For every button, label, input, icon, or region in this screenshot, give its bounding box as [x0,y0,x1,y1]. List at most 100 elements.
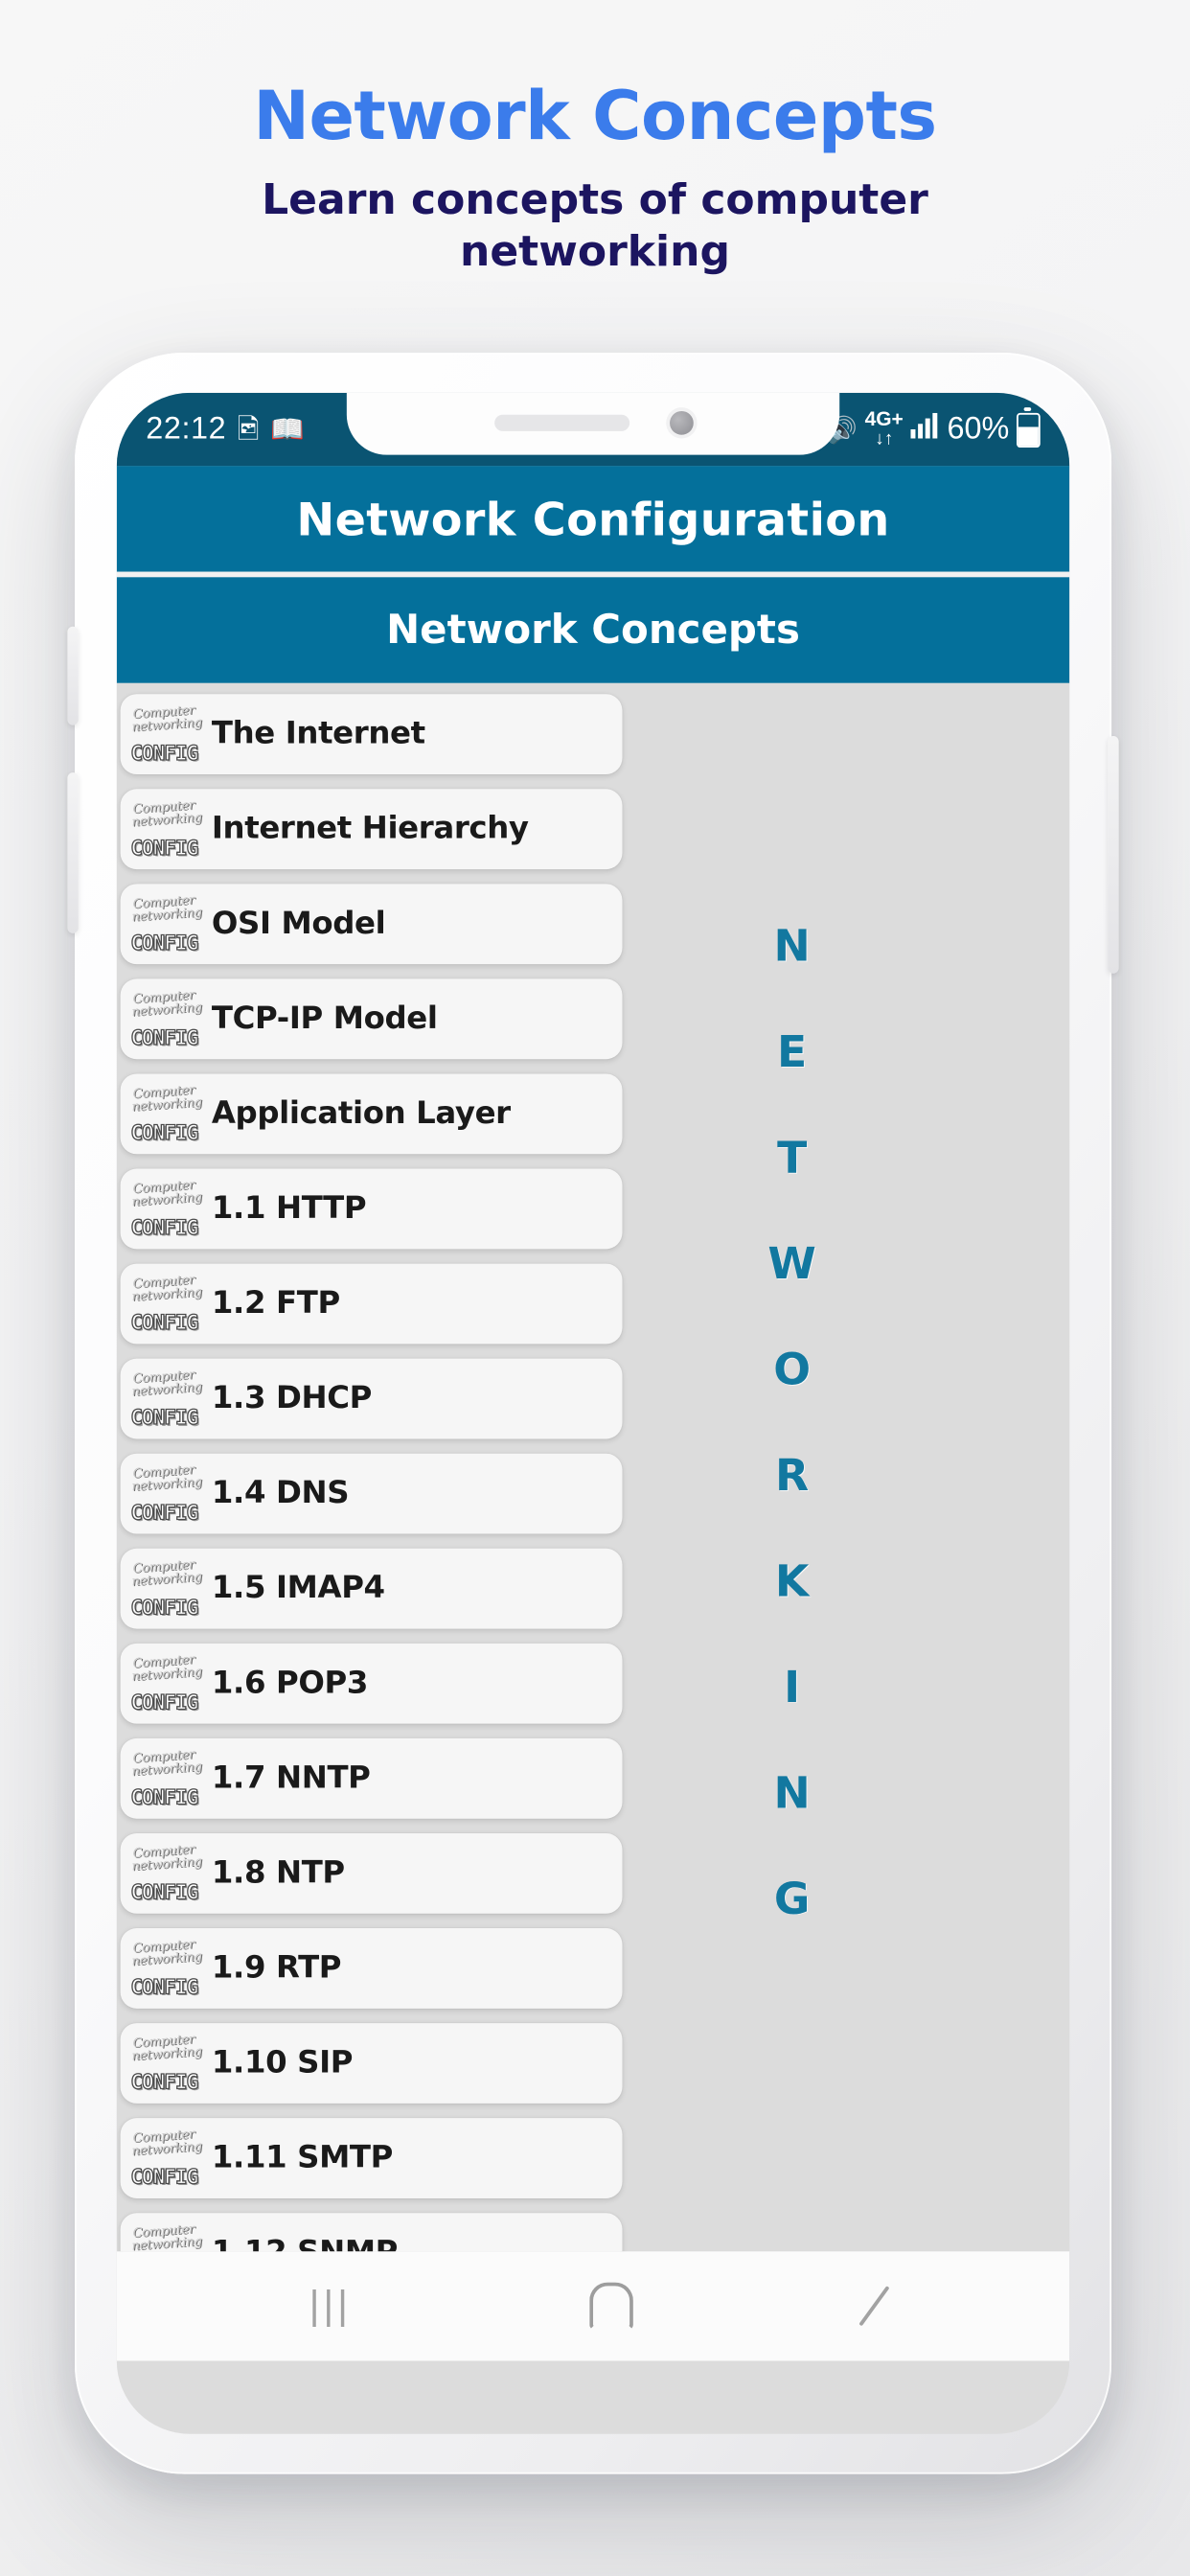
home-icon[interactable] [590,2282,634,2331]
list-item[interactable]: Computer networking CONFIG 1.2 FTP [120,1263,623,1345]
volume-up-button[interactable] [67,626,79,725]
config-logo-script-text: Computer networking [131,892,203,925]
battery-percent-label: 60% [947,410,1010,447]
config-logo-script-text: Computer networking [131,797,203,830]
recents-icon[interactable]: ||| [309,2283,352,2331]
config-logo-block-text: CONFIG [130,1690,199,1715]
config-logo-icon: Computer networkingCONFIG [127,1272,203,1335]
app-bar: Network Configuration [116,466,1070,572]
back-icon[interactable] [858,2286,891,2327]
concept-list: Computer networking CONFIG The Internet Com… [117,683,623,2252]
list-item[interactable]: Computer networking CONFIG OSI Model [120,884,623,965]
list-item-label: Application Layer [211,1095,511,1133]
list-item[interactable]: Computer networking CONFIG 1.11 SMTP [120,2118,623,2198]
list-item-label: 1.1 HTTP [211,1190,367,1228]
vertical-letter: N [773,920,811,972]
config-logo-icon: Computer networking CONFIG [127,987,203,1050]
app-bar-title: Network Configuration [296,492,890,545]
config-logo-icon: Computer networkingCONFIG [127,1842,203,1905]
content-area: Computer networking CONFIG The Internet Com… [116,682,1070,2252]
config-logo-icon: Computer networkingCONFIG [127,1937,203,2000]
config-logo-block-text: CONFIG [130,1121,199,1145]
list-item-label: The Internet [211,716,425,753]
list-item[interactable]: Computer networking CONFIG 1.6 POP3 [120,1643,623,1724]
vertical-letter: O [773,1344,812,1395]
list-item[interactable]: Computer networking CONFIG 1.10 SIP [120,2023,623,2104]
config-logo-script-text: Computer networking [131,2221,203,2252]
list-item[interactable]: Computer networking CONFIG 1.9 RTP [120,1928,623,2009]
list-item-label: 1.8 NTP [211,1854,345,1892]
config-logo-block-text: CONFIG [130,836,199,861]
status-bar-left: 22:12 🖻 📖 [146,411,304,448]
list-item-label: 1.12 SNMP [212,2235,399,2251]
network-type-label: 4G+ [864,408,904,430]
front-camera [669,410,693,434]
list-item[interactable]: Computer networking CONFIG 1.5 IMAP4 [120,1548,623,1629]
section-header: Network Concepts [116,577,1070,683]
vertical-networking-label: NETWORKING [738,924,847,1983]
vertical-letter: K [774,1555,810,1607]
list-item-label: TCP-IP Model [211,1000,438,1038]
list-item-label: 1.6 POP3 [211,1665,369,1702]
data-arrows-icon: ↓↑ [875,428,894,449]
list-item[interactable]: Computer networking CONFIG Application Lay… [120,1073,623,1155]
phone-mockup: 22:12 🖻 📖 🔊 4G+ ↓↑ 60% Network Configura… [67,353,1119,2474]
vertical-letter: W [767,1237,816,1290]
status-bar-right: 🔊 4G+ ↓↑ 60% [826,406,1041,449]
config-logo-icon: Computer networking CONFIG [127,797,203,861]
config-logo-block-text: CONFIG [130,931,199,955]
list-item-label: 1.3 DHCP [211,1380,372,1417]
config-logo-script-text: Computer networking [131,1652,203,1685]
config-logo-icon: Computer networkingCONFIG [127,1557,203,1621]
list-item[interactable]: Computer networking CONFIG TCP-IP Model [120,978,623,1060]
android-nav-bar: ||| [116,2251,1070,2361]
config-logo-icon: Computer networking CONFIG [127,1652,203,1715]
list-item[interactable]: Computer networking CONFIG 1.8 NTP [120,1832,623,1914]
list-item[interactable]: Computer networking CONFIG 1.1 HTTP [120,1168,623,1250]
battery-icon [1016,406,1041,448]
config-logo-script-text: Computer networking [131,987,203,1020]
volume-down-button[interactable] [67,772,79,933]
section-header-title: Network Concepts [386,607,800,654]
signal-bars-icon [910,411,939,447]
list-item[interactable]: Computer networkingCONFIG 1.12 SNMP [120,2213,623,2252]
config-logo-icon: Computer networking CONFIG [127,2127,203,2190]
image-icon: 🖻 [237,413,260,446]
config-logo-icon: Computer networkingCONFIG [127,1747,203,1810]
list-item[interactable]: Computer networking CONFIG The Internet [120,694,623,775]
list-item[interactable]: Computer networking CONFIG 1.3 DHCP [120,1358,623,1439]
list-item-label: 1.4 DNS [211,1475,350,1512]
book-icon: 📖 [270,413,305,446]
config-logo-script-text: Computer networking [131,1177,203,1209]
config-logo-icon: Computer networkingCONFIG [127,1462,203,1525]
config-logo-block-text: CONFIG [130,2165,199,2190]
list-item[interactable]: Computer networking CONFIG Internet Hierar… [120,789,623,870]
config-logo-icon: Computer networkingCONFIG [127,1083,203,1145]
list-item-label: 1.2 FTP [211,1285,340,1322]
list-item-label: 1.7 NNTP [211,1760,371,1797]
list-item-label: 1.10 SIP [211,2044,354,2082]
config-logo-icon: Computer networking CONFIG [127,892,203,955]
config-logo-script-text: Computer networking [131,2127,203,2159]
list-item-label: 1.9 RTP [211,1949,342,1987]
config-logo-block-text: CONFIG [130,1025,199,1050]
config-logo-block-text: CONFIG [130,1406,199,1430]
power-button[interactable] [1108,736,1119,974]
config-logo-block-text: CONFIG [130,1785,199,1810]
config-logo-block-text: CONFIG [130,1596,199,1621]
list-item-label: 1.11 SMTP [211,2139,394,2177]
config-logo-icon: Computer networkingCONFIG [127,2221,203,2252]
list-item[interactable]: Computer networking CONFIG 1.4 DNS [120,1453,623,1534]
config-logo-block-text: CONFIG [130,1975,199,2000]
config-logo-icon: Computer networkingCONFIG [127,1368,203,1430]
config-logo-block-text: CONFIG [130,1880,199,1905]
page-title: Network Concepts [253,77,937,155]
config-logo-script-text: Computer networking [131,1272,203,1304]
config-logo-icon: Computer networkingCONFIG [127,2032,203,2095]
list-item[interactable]: Computer networking CONFIG 1.7 NNTP [120,1737,623,1819]
phone-screen: 22:12 🖻 📖 🔊 4G+ ↓↑ 60% Network Configura… [116,392,1070,2434]
earpiece-speaker [493,413,629,430]
network-type-icon: 4G+ ↓↑ [864,408,904,449]
status-bar: 22:12 🖻 📖 🔊 4G+ ↓↑ 60% [116,392,1070,467]
config-logo-icon: Computer networkingCONFIG [127,1177,203,1240]
